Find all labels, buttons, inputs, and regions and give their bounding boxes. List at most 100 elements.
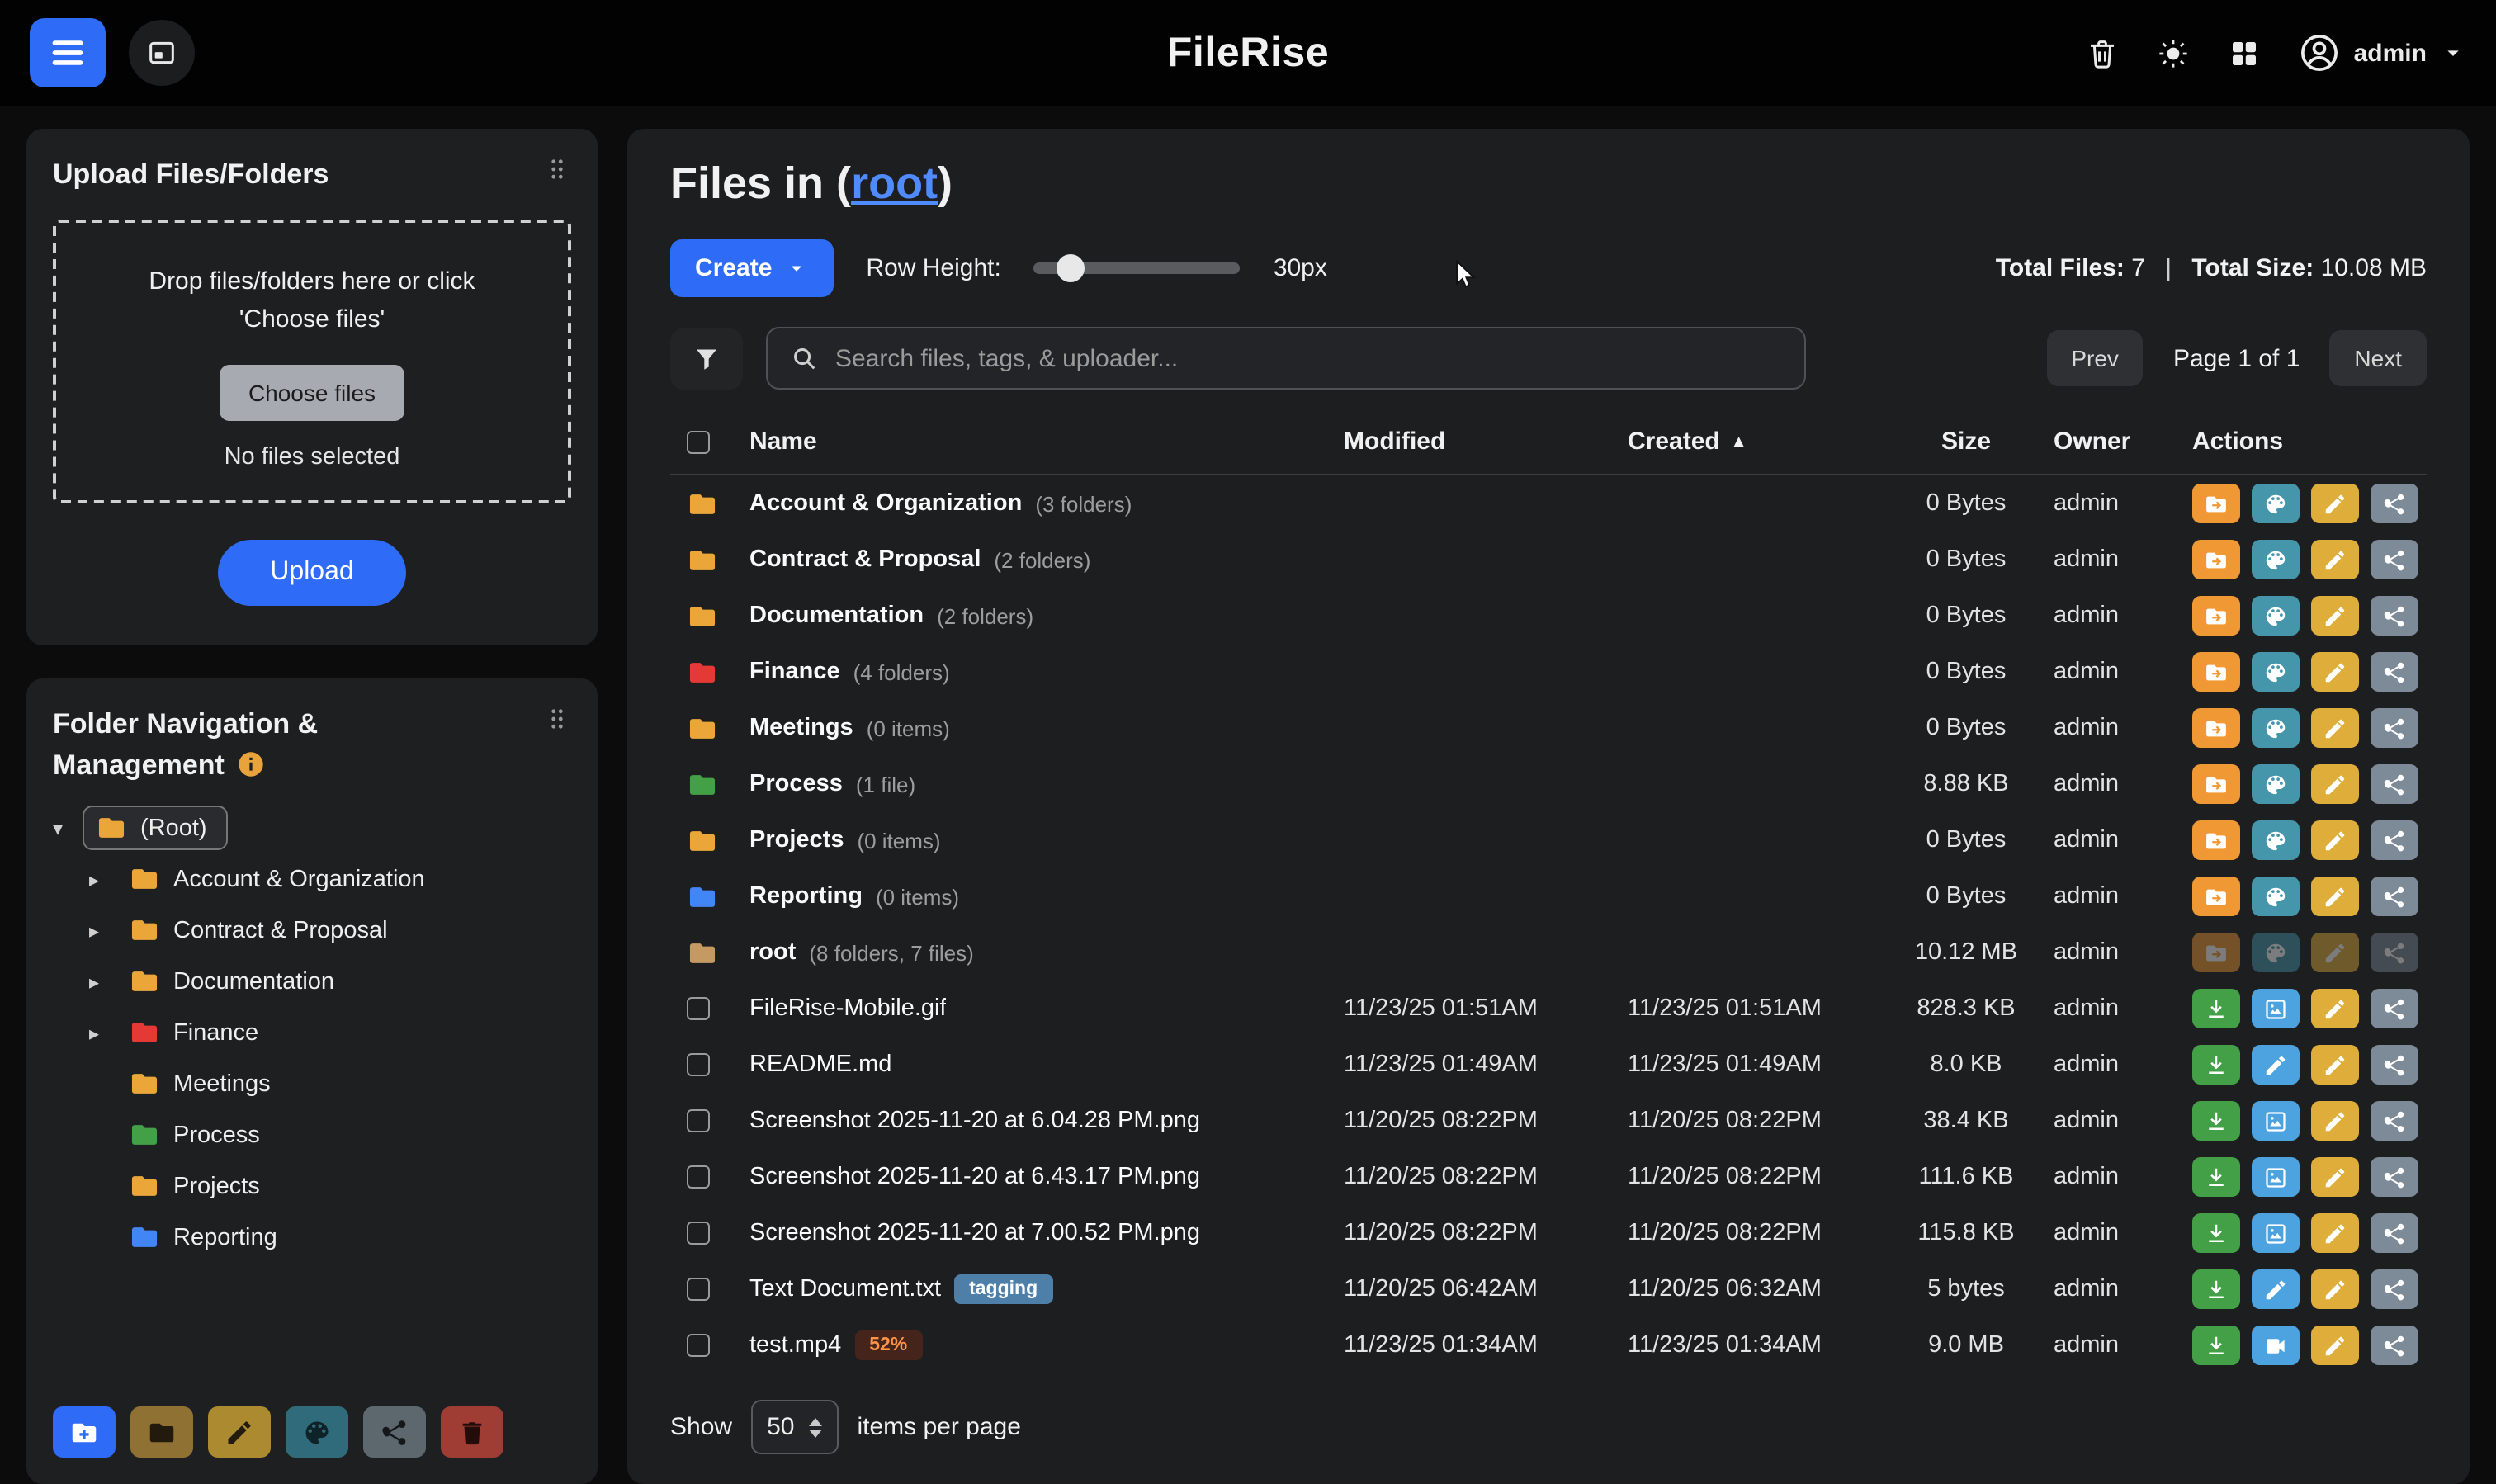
column-created[interactable]: Created▲ (1628, 428, 1879, 456)
filter-button[interactable] (670, 328, 743, 389)
download-button[interactable] (2192, 1101, 2240, 1141)
column-owner[interactable]: Owner (2054, 428, 2192, 456)
row-checkbox[interactable] (687, 1222, 710, 1245)
file-name[interactable]: README.md (749, 1052, 891, 1078)
trash-icon[interactable] (2085, 35, 2120, 70)
table-row[interactable]: FileRise-Mobile.gif11/23/25 01:51AM11/23… (670, 981, 2427, 1037)
dropzone[interactable]: Drop files/folders here or click 'Choose… (53, 219, 571, 503)
palette-button[interactable] (2252, 933, 2300, 972)
caret-right-icon[interactable]: ▸ (89, 919, 119, 943)
palette-button[interactable] (2252, 877, 2300, 916)
drag-handle-icon[interactable] (543, 705, 571, 733)
rename-button[interactable] (2311, 1213, 2359, 1253)
folder-name[interactable]: Process (749, 771, 843, 797)
tree-item-account-organization[interactable]: ▸Account & Organization (53, 854, 571, 905)
row-height-slider[interactable] (1034, 262, 1241, 274)
select-all-checkbox[interactable] (687, 430, 710, 453)
download-button[interactable] (2192, 1269, 2240, 1309)
share-button[interactable] (2371, 877, 2418, 916)
table-row[interactable]: Contract & Proposal(2 folders)0 Bytesadm… (670, 532, 2427, 588)
rename-button[interactable] (2311, 877, 2359, 916)
info-icon[interactable] (236, 749, 266, 779)
view-toggle-button[interactable] (129, 20, 195, 86)
palette-button[interactable] (2252, 708, 2300, 748)
tree-item-process[interactable]: Process (53, 1110, 571, 1161)
share-folder-button[interactable] (363, 1406, 426, 1458)
file-name[interactable]: FileRise-Mobile.gif (749, 995, 947, 1022)
rename-button[interactable] (2311, 652, 2359, 692)
next-button[interactable]: Next (2329, 330, 2427, 386)
palette-button[interactable] (2252, 540, 2300, 579)
theme-toggle-icon[interactable] (2156, 35, 2191, 70)
folder-move-button[interactable] (2192, 596, 2240, 636)
share-button[interactable] (2371, 708, 2418, 748)
share-button[interactable] (2371, 1213, 2418, 1253)
tree-item-meetings[interactable]: Meetings (53, 1059, 571, 1110)
edit-button[interactable] (2252, 1269, 2300, 1309)
folder-move-button[interactable] (2192, 820, 2240, 860)
share-button[interactable] (2371, 1269, 2418, 1309)
folder-move-button[interactable] (2192, 484, 2240, 523)
items-per-page-select[interactable]: 50 (750, 1400, 839, 1454)
share-button[interactable] (2371, 652, 2418, 692)
rename-button[interactable] (2311, 1157, 2359, 1197)
share-button[interactable] (2371, 820, 2418, 860)
preview-image-button[interactable] (2252, 1101, 2300, 1141)
rename-button[interactable] (2311, 708, 2359, 748)
row-checkbox[interactable] (687, 997, 710, 1020)
create-button[interactable]: Create (670, 239, 833, 297)
share-button[interactable] (2371, 484, 2418, 523)
table-row[interactable]: Documentation(2 folders)0 Bytesadmin (670, 588, 2427, 644)
file-name[interactable]: Text Document.txt (749, 1276, 941, 1302)
search-input[interactable] (835, 344, 1783, 372)
upload-button[interactable]: Upload (217, 540, 406, 606)
tree-item-finance[interactable]: ▸Finance (53, 1008, 571, 1059)
rename-button[interactable] (2311, 1269, 2359, 1309)
palette-button[interactable] (2252, 596, 2300, 636)
folder-name[interactable]: Meetings (749, 715, 853, 741)
rename-button[interactable] (2311, 989, 2359, 1028)
folder-move-button[interactable] (2192, 540, 2240, 579)
folder-move-button[interactable] (2192, 708, 2240, 748)
download-button[interactable] (2192, 989, 2240, 1028)
table-row[interactable]: Finance(4 folders)0 Bytesadmin (670, 644, 2427, 700)
tree-item-documentation[interactable]: ▸Documentation (53, 957, 571, 1008)
table-row[interactable]: Process(1 file)8.88 KBadmin (670, 756, 2427, 812)
row-checkbox[interactable] (687, 1053, 710, 1076)
rename-button[interactable] (2311, 820, 2359, 860)
download-button[interactable] (2192, 1157, 2240, 1197)
column-size[interactable]: Size (1879, 428, 2054, 456)
tree-item-reporting[interactable]: Reporting (53, 1212, 571, 1264)
preview-image-button[interactable] (2252, 1157, 2300, 1197)
rename-button[interactable] (2311, 540, 2359, 579)
row-checkbox[interactable] (687, 1165, 710, 1189)
share-button[interactable] (2371, 1101, 2418, 1141)
table-row[interactable]: Account & Organization(3 folders)0 Bytes… (670, 475, 2427, 532)
rename-folder-button[interactable] (208, 1406, 271, 1458)
row-checkbox[interactable] (687, 1334, 710, 1357)
rename-button[interactable] (2311, 1101, 2359, 1141)
user-menu[interactable]: admin (2298, 31, 2466, 74)
folder-name[interactable]: Contract & Proposal (749, 546, 981, 573)
table-row[interactable]: Reporting(0 items)0 Bytesadmin (670, 868, 2427, 924)
edit-button[interactable] (2252, 1045, 2300, 1085)
preview-image-button[interactable] (2252, 989, 2300, 1028)
share-button[interactable] (2371, 1326, 2418, 1365)
column-name[interactable]: Name (746, 428, 1344, 456)
download-button[interactable] (2192, 1326, 2240, 1365)
folder-name[interactable]: Documentation (749, 603, 924, 629)
palette-button[interactable] (2252, 484, 2300, 523)
folder-move-button[interactable] (2192, 877, 2240, 916)
table-row[interactable]: Meetings(0 items)0 Bytesadmin (670, 700, 2427, 756)
folder-move-button[interactable] (2192, 933, 2240, 972)
table-row[interactable]: root(8 folders, 7 files)10.12 MBadmin (670, 924, 2427, 981)
folder-name[interactable]: Reporting (749, 883, 863, 910)
table-row[interactable]: test.mp452%11/23/25 01:34AM11/23/25 01:3… (670, 1317, 2427, 1373)
caret-down-icon[interactable]: ▾ (53, 817, 83, 840)
palette-button[interactable] (2252, 764, 2300, 804)
table-row[interactable]: Text Document.txttagging11/20/25 06:42AM… (670, 1261, 2427, 1317)
palette-button[interactable] (2252, 820, 2300, 860)
column-modified[interactable]: Modified (1344, 428, 1628, 456)
preview-image-button[interactable] (2252, 1213, 2300, 1253)
row-checkbox[interactable] (687, 1278, 710, 1301)
